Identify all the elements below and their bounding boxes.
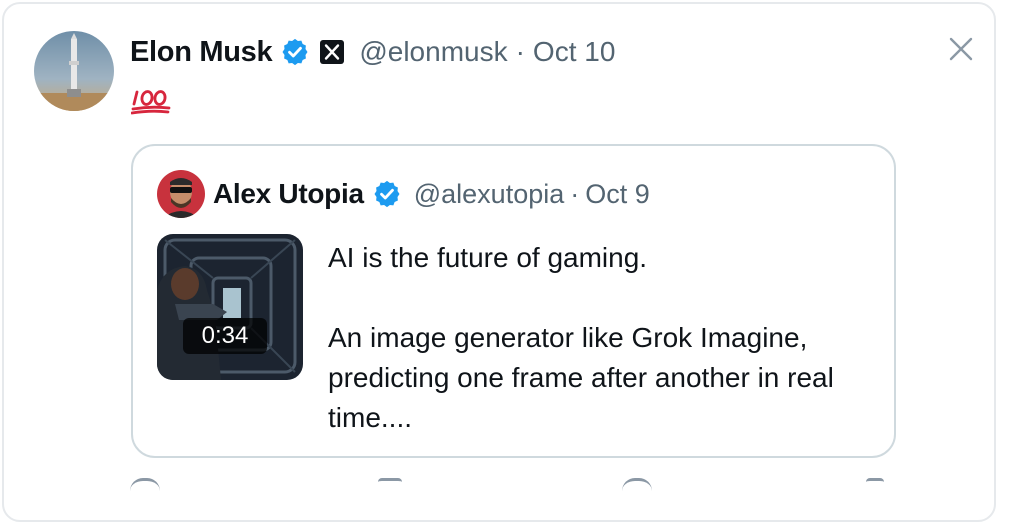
x-logo-icon[interactable] — [319, 39, 345, 65]
author-avatar[interactable] — [34, 31, 114, 111]
close-icon[interactable] — [946, 34, 976, 64]
verified-badge-icon — [280, 37, 310, 67]
verified-badge-icon — [372, 179, 402, 209]
meta-separator: · — [570, 178, 580, 209]
video-duration: 0:34 — [183, 318, 267, 354]
author-handle[interactable]: @elonmusk — [359, 36, 507, 67]
reply-icon[interactable] — [130, 478, 160, 491]
author-meta: @elonmusk · Oct 10 — [359, 36, 615, 68]
video-thumbnail[interactable]: 0:34 — [157, 234, 303, 380]
quoted-text-line-1: AI is the future of gaming. — [328, 242, 648, 273]
tweet-card: Elon Musk @elonmusk · Oct 10 Alex Utopia… — [2, 2, 996, 522]
quoted-date[interactable]: Oct 9 — [585, 179, 650, 209]
meta-separator: · — [515, 36, 525, 67]
tweet-header: Elon Musk @elonmusk · Oct 10 — [130, 32, 615, 72]
quoted-tweet[interactable]: Alex Utopia @alexutopia · Oct 9 0:34 AI … — [131, 144, 896, 458]
share-icon[interactable] — [866, 478, 884, 491]
quoted-meta: @alexutopia · Oct 9 — [414, 179, 650, 210]
like-icon[interactable] — [622, 478, 652, 491]
quoted-text-line-2: An image generator like Grok Imagine, pr… — [328, 322, 834, 433]
quoted-tweet-text: AI is the future of gaming. An image gen… — [328, 238, 868, 438]
quoted-header: Alex Utopia @alexutopia · Oct 9 — [213, 174, 650, 214]
hundred-points-emoji — [130, 82, 171, 116]
author-name[interactable]: Elon Musk — [130, 36, 273, 69]
quoted-author-name[interactable]: Alex Utopia — [213, 178, 364, 210]
quoted-author-avatar[interactable] — [157, 170, 205, 218]
quoted-author-handle[interactable]: @alexutopia — [414, 179, 565, 209]
action-bar — [0, 478, 1010, 488]
retweet-icon[interactable] — [378, 478, 402, 491]
tweet-date[interactable]: Oct 10 — [533, 36, 615, 67]
